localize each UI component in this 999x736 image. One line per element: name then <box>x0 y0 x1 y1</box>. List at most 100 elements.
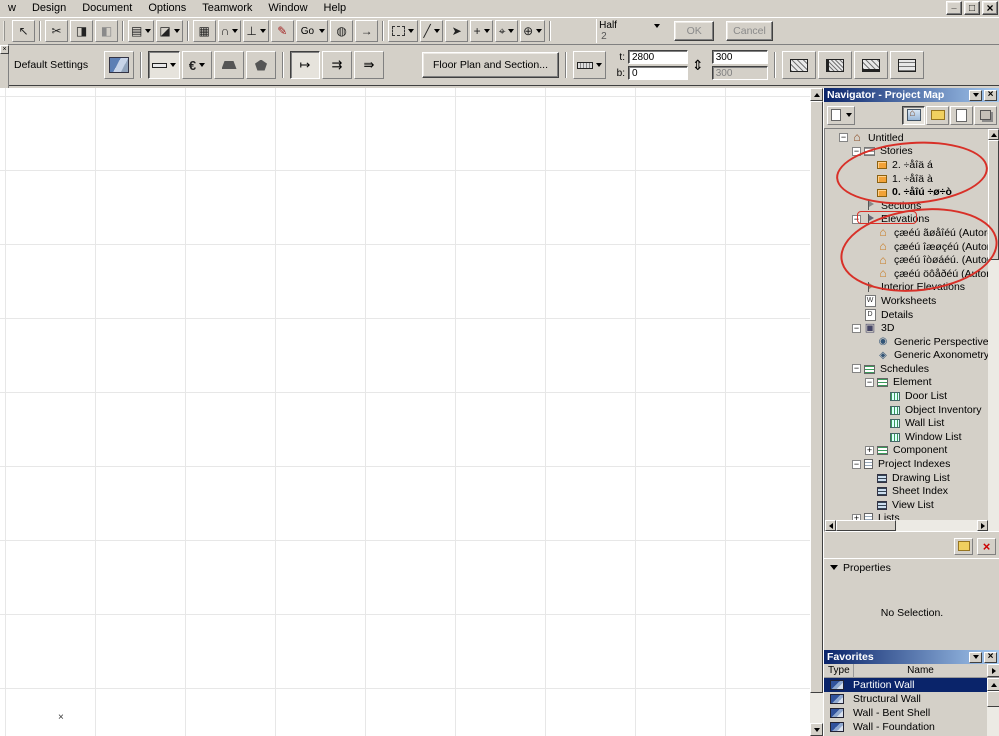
tree-item-elevation-north[interactable]: çæéú öôåðéú (Autorel <box>837 267 988 281</box>
tree-item-story-2[interactable]: 2. ÷åîä á <box>837 158 988 172</box>
tree-item-elevation-west[interactable]: çæéú îòøáéú. (Autoret <box>837 253 988 267</box>
tree-item-wall-list[interactable]: Wall List <box>837 416 988 430</box>
geometry-trapezoid-button[interactable] <box>214 51 244 79</box>
menu-teamwork[interactable]: Teamwork <box>194 1 260 16</box>
cut-button[interactable]: ✂ <box>45 20 68 42</box>
properties-header[interactable]: Properties <box>824 558 999 576</box>
scrollbar-thumb[interactable] <box>988 140 999 260</box>
cancel-button[interactable]: Cancel <box>726 21 773 41</box>
tab-project-map[interactable] <box>902 105 925 125</box>
tree-item-untitled[interactable]: − Untitled <box>837 131 988 145</box>
arrow-tool-button[interactable]: ➤ <box>445 20 469 42</box>
collapse-box[interactable]: − <box>865 377 874 387</box>
geometry-polygon-button[interactable] <box>246 51 276 79</box>
wall-structure-log-button[interactable] <box>889 51 924 79</box>
selection-options-button[interactable]: ◪ <box>156 20 183 42</box>
globe-button[interactable]: ◍ <box>330 20 354 42</box>
tree-item-drawing-list[interactable]: Drawing List <box>837 471 988 485</box>
scroll-left-button[interactable] <box>825 520 836 531</box>
tree-item-window-list[interactable]: Window List <box>837 430 988 444</box>
floor-plan-section-button[interactable]: Floor Plan and Section... <box>422 52 559 78</box>
minimize-button[interactable] <box>946 1 962 15</box>
wall-top-view-button[interactable] <box>572 51 606 79</box>
tree-item-elevation-south[interactable]: çæéú ãøåîéú (Autoreb <box>837 226 988 240</box>
tree-item-schedules[interactable]: − Schedules <box>837 362 988 376</box>
favorite-wall-foundation[interactable]: Wall - Foundation <box>824 720 987 734</box>
tree-item-component[interactable]: + Component <box>837 444 988 458</box>
tree-item-elevations[interactable]: − Elevations <box>837 213 988 227</box>
refline-right-button[interactable] <box>354 51 384 79</box>
wall-settings-button[interactable] <box>104 51 134 79</box>
add-tool-button[interactable]: + <box>470 20 494 42</box>
favorites-menu-button[interactable] <box>969 651 982 663</box>
scroll-up-button[interactable] <box>810 88 823 101</box>
favorites-close-button[interactable] <box>984 651 997 663</box>
tree-item-details[interactable]: Details <box>837 308 988 322</box>
menu-window[interactable]: Window <box>260 1 315 16</box>
select-arrow-button[interactable]: ↖ <box>12 20 35 42</box>
wall-structure-composite-button[interactable] <box>817 51 852 79</box>
collapse-box[interactable]: − <box>839 133 848 143</box>
default-settings-button[interactable]: Default Settings <box>12 59 102 71</box>
pan-tool-button[interactable]: ⊕ <box>520 20 546 42</box>
menu-design[interactable]: Design <box>24 1 74 16</box>
navigator-settings-button[interactable] <box>954 537 973 555</box>
menu-document[interactable]: Document <box>74 1 140 16</box>
tree-item-story-1[interactable]: 1. ÷åîä à <box>837 172 988 186</box>
favorite-structural-wall[interactable]: Structural Wall <box>824 692 987 706</box>
paste-button[interactable]: ◧ <box>95 20 118 42</box>
grid-display-button[interactable]: ▦ <box>192 20 216 42</box>
drawing-canvas[interactable]: × <box>0 88 810 736</box>
snap-magnet-button[interactable]: ∩ <box>217 20 242 42</box>
refline-center-button[interactable] <box>322 51 352 79</box>
tree-item-generic-perspective[interactable]: Generic Perspective <box>837 335 988 349</box>
zoom-tool-button[interactable]: ⌖ <box>495 20 519 42</box>
scroll-up-button[interactable] <box>987 678 999 691</box>
copy-button[interactable]: ◨ <box>70 20 93 42</box>
navigator-close-button[interactable] <box>984 89 997 101</box>
wall-thickness-input[interactable] <box>711 50 768 64</box>
scale-control[interactable]: Half 2 <box>596 19 662 43</box>
collapse-box[interactable]: − <box>852 459 861 469</box>
favorites-titlebar[interactable]: Favorites <box>824 650 999 664</box>
favorites-scroll-right-button[interactable] <box>987 664 999 677</box>
collapse-box[interactable]: − <box>852 146 861 156</box>
tree-item-elevation-east[interactable]: çæéú îæøçéú (Autoret <box>837 240 988 254</box>
refline-left-button[interactable] <box>290 51 320 79</box>
gravity-button[interactable]: ⊥ <box>243 20 269 42</box>
tab-layout-book[interactable] <box>950 105 973 125</box>
tree-item-sections[interactable]: Sections <box>837 199 988 213</box>
navigator-menu-button[interactable] <box>969 89 982 101</box>
scroll-up-button[interactable] <box>988 129 999 140</box>
wall-structure-profile-button[interactable] <box>853 51 888 79</box>
canvas-vertical-scrollbar[interactable] <box>810 88 823 736</box>
collapse-box[interactable]: − <box>852 323 861 333</box>
top-offset-input[interactable] <box>627 50 688 64</box>
palette-close-button[interactable] <box>0 45 9 54</box>
tree-item-generic-axonometry[interactable]: Generic Axonometry <box>837 349 988 363</box>
favorite-wall-bent-shell[interactable]: Wall - Bent Shell <box>824 706 987 720</box>
project-chooser-button[interactable] <box>827 105 855 125</box>
tree-item-sheet-index[interactable]: Sheet Index <box>837 484 988 498</box>
element-settings-button[interactable]: ▤ <box>128 20 155 42</box>
tree-item-story-0[interactable]: 0. ÷åîú ÷ø÷ò <box>837 185 988 199</box>
scrollbar-thumb[interactable] <box>810 101 823 693</box>
collapse-box[interactable]: − <box>852 364 861 374</box>
go-to-button[interactable]: Go <box>295 20 329 42</box>
menu-help[interactable]: Help <box>316 1 355 16</box>
marquee-button[interactable] <box>388 20 419 42</box>
tree-horizontal-scrollbar[interactable] <box>825 520 988 531</box>
scrollbar-thumb[interactable] <box>987 691 999 707</box>
bottom-offset-input[interactable] <box>627 66 688 80</box>
tab-publisher[interactable] <box>974 105 997 125</box>
tab-view-map[interactable] <box>926 105 949 125</box>
navigator-delete-button[interactable] <box>977 537 996 555</box>
tree-item-stories[interactable]: − Stories <box>837 145 988 159</box>
geometry-straight-button[interactable] <box>148 51 180 79</box>
tree-item-element[interactable]: − Element <box>837 376 988 390</box>
close-button[interactable] <box>982 1 998 15</box>
favorite-partition-wall[interactable]: Partition Wall <box>824 678 987 692</box>
scroll-right-button[interactable] <box>977 520 988 531</box>
tree-item-3d[interactable]: − 3D <box>837 321 988 335</box>
ok-button[interactable]: OK <box>674 21 715 41</box>
